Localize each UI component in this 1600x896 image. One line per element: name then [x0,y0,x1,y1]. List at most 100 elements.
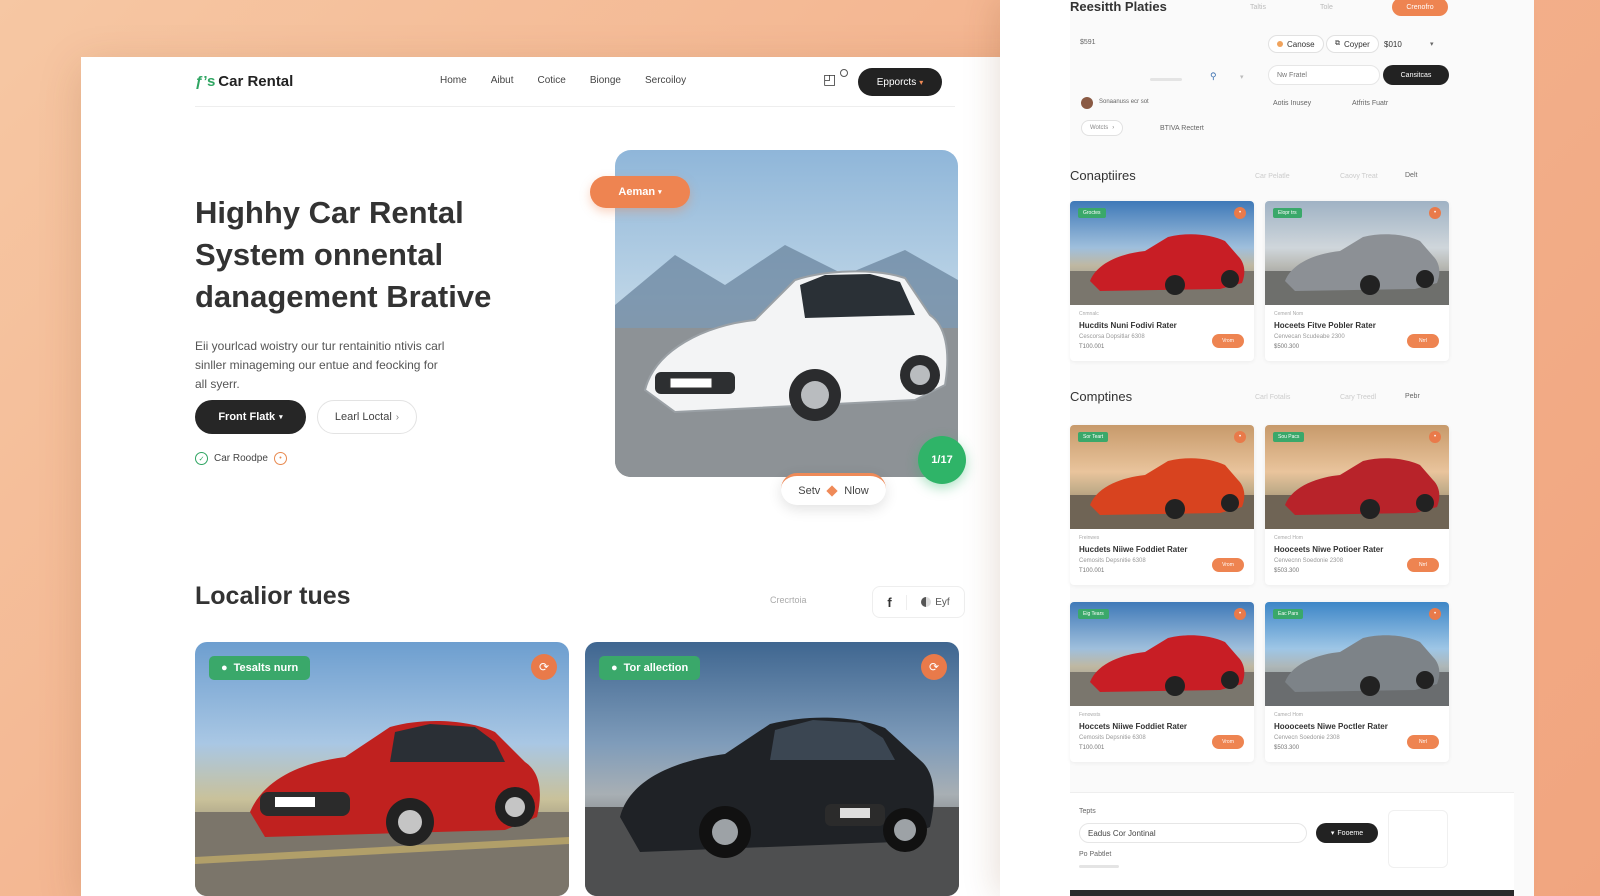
hero-image-tag-label: Aeman [618,186,656,198]
side-bottom-bar [1070,890,1514,896]
main-window: ƒ’s Car Rental Home Aibut Cotice Bionge … [81,57,1071,896]
side-section-meta[interactable]: Caovy Treat [1340,173,1378,180]
hero-secondary-button[interactable]: Learl Loctal › [317,400,417,434]
side-chip[interactable]: Canose [1268,35,1324,53]
car-card-button[interactable]: Nrrl [1407,735,1439,749]
side-search-input[interactable]: Nw Fratel [1268,65,1380,85]
car-card[interactable]: Eig Tears • Fenowsts Hoccets Niiwe Foddi… [1070,602,1254,762]
side-section-meta[interactable]: Cary Treedl [1340,394,1376,401]
side-top-meta[interactable]: Taltis [1250,4,1266,11]
side-section-meta[interactable]: Carl Fotalis [1255,394,1290,401]
hero-secondary-label: Learl Loctal [334,411,392,423]
side-footer-input[interactable]: Eadus Cor Jontinal [1079,823,1307,843]
favorite-icon[interactable]: • [1234,431,1246,443]
side-section-meta[interactable]: Car Pelatle [1255,173,1290,180]
hero-floating-pill[interactable]: Setv Nlow [781,473,886,505]
nav-cta-button[interactable]: Epporcts ▾ [858,68,942,96]
car-card-button[interactable]: Vrom [1212,558,1244,572]
avatar[interactable] [1081,97,1093,109]
favorite-icon[interactable]: • [1429,207,1441,219]
side-footer-label: Tepts [1079,808,1096,815]
car-card[interactable]: Sor Teart • Freinwes Hucdets Niiwe Foddi… [1070,425,1254,585]
car-card[interactable]: Elopr trs • Cemenl Nom Hoceets Fitve Pob… [1265,201,1449,361]
side-search-button[interactable]: Cansitcas [1383,65,1449,85]
search-icon[interactable]: ⚲ [1210,71,1217,82]
nav-link-3[interactable]: Cotice [537,75,565,86]
facebook-icon[interactable]: f [873,594,907,610]
car-card-category: Fenowsts [1079,712,1101,718]
section-meta[interactable]: Crecrtoia [770,595,807,605]
car-card-sub: Cescorsa Dopsitlar 6308 [1079,334,1145,340]
refresh-icon[interactable]: ⟳ [531,654,557,680]
car-card-button[interactable]: Nrrl [1407,334,1439,348]
side-chip-label: Canose [1287,39,1315,49]
caret-down-icon: ▾ [279,414,283,421]
hero-primary-label: Front Flatk [218,411,276,423]
side-section-extra[interactable]: Pebr [1405,393,1420,400]
hero-image-tag[interactable]: Aeman ▾ [590,176,690,208]
car-card-sub: Cenvecnn Soedonie 2308 [1274,558,1344,564]
side-filter-a[interactable]: Aotis Inusey [1273,100,1311,107]
hero-badge-text: Car Roodpe [214,453,268,464]
car-card-price: $503.300 [1274,745,1300,751]
nav-link-home[interactable]: Home [440,75,467,86]
hero-fab-button[interactable]: 1/17 [918,436,966,484]
side-section-extra[interactable]: Delt [1405,172,1417,179]
feature-card[interactable]: ● Tor allection ⟳ [585,642,959,896]
nav-link-4[interactable]: Bionge [590,75,621,86]
share-box: f Eyf [872,586,965,618]
diamond-icon [826,484,838,497]
car-card[interactable]: Groctes • Cnmnalc Hucdits Nuni Fodivi Ra… [1070,201,1254,361]
nav-links: Home Aibut Cotice Bionge Sercoiloy [440,75,686,86]
side-pill-b[interactable]: BTIVA Rectert [1160,125,1204,132]
feature-card-tag: ● Tesalts nurn [209,656,311,680]
logo[interactable]: ƒ’s Car Rental [195,73,293,90]
car-card-name: Hucdets Niiwe Foddiet Rater [1079,545,1188,554]
car-card-name: Hoceets Fitve Pobler Rater [1274,321,1376,330]
feature-card-tag: ● Tor allection [599,656,701,680]
side-chip[interactable]: ⧉ Coyper [1326,35,1379,53]
car-card-button[interactable]: Vrom [1212,735,1244,749]
car-card-button[interactable]: Nrrl [1407,558,1439,572]
side-chip-label: Coyper [1344,39,1370,49]
hero-primary-button[interactable]: Front Flatk ▾ [195,400,306,434]
car-card-price: T100.001 [1079,344,1105,350]
feature-card[interactable]: ● Tesalts nurn ⟳ [195,642,569,896]
side-filter-b[interactable]: Atfrits Fuatr [1352,100,1388,107]
car-card-button[interactable]: Vrom [1212,334,1244,348]
side-footer-link[interactable]: Po Pabtlet [1079,851,1111,858]
side-top-button[interactable]: Crenofro [1392,0,1448,16]
side-pill[interactable]: Wotcts › [1081,120,1124,136]
chevron-down-icon[interactable]: ▾ [1240,73,1244,81]
feature-card-tag-label: Tor allection [623,662,689,674]
car-card-tag: Groctes [1078,208,1106,218]
car-card-tag: Elopr trs [1273,208,1302,218]
side-top-meta[interactable]: Tole [1320,4,1333,11]
car-card-price: $503.300 [1274,568,1300,574]
chevron-down-icon[interactable]: ▾ [1430,40,1434,48]
hero-desc-line: Eii yourlcad woistry our tur rentainitio… [195,339,445,353]
favorite-icon[interactable]: • [1429,431,1441,443]
car-card[interactable]: Sou Pacs • Cemecl Hom Hooceets Niwe Poti… [1265,425,1449,585]
favorite-icon[interactable]: • [1234,608,1246,620]
hero-description: Eii yourlcad woistry our tur rentainitio… [195,337,495,394]
side-footer-button[interactable]: ▾ Fooeme [1316,823,1378,843]
nav-link-5[interactable]: Sercoiloy [645,75,686,86]
chevron-down-icon: ▾ [1330,830,1335,837]
top-navigation: ƒ’s Car Rental Home Aibut Cotice Bionge … [195,57,955,107]
contrast-icon [921,597,932,607]
side-title: Reesitth Platies [1070,0,1167,14]
side-footer-button-label: Fooeme [1337,829,1364,837]
nav-link-about[interactable]: Aibut [491,75,514,86]
car-card-name: Hucdits Nuni Fodivi Rater [1079,321,1177,330]
car-card[interactable]: Eac Pars • Camecl Hom Hoooceets Niwe Poc… [1265,602,1449,762]
car-card-sub: Cemosits Depsnitie 6308 [1079,735,1146,741]
favorite-icon[interactable]: • [1234,207,1246,219]
car-card-price: $500.300 [1274,344,1300,350]
chevron-right-icon: › [1112,125,1115,131]
side-footer-placeholder-bar [1079,865,1119,868]
theme-toggle[interactable]: Eyf [907,597,964,608]
favorite-icon[interactable]: • [1429,608,1441,620]
refresh-icon[interactable]: ⟳ [921,654,947,680]
car-card-tag: Eig Tears [1078,609,1109,619]
